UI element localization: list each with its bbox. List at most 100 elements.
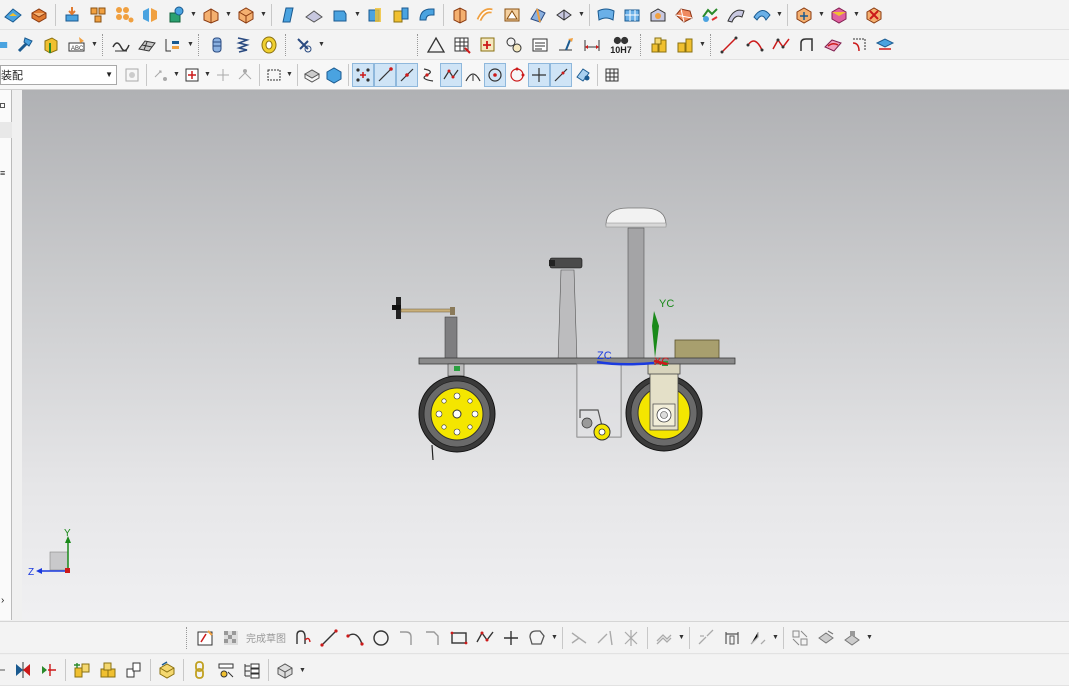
remove-component-icon[interactable]	[861, 3, 887, 27]
box-icon[interactable]	[233, 3, 259, 27]
swept-surface-icon[interactable]	[723, 3, 749, 27]
law-extension-icon[interactable]	[697, 3, 723, 27]
gear-tool-icon[interactable]	[291, 33, 317, 57]
hole-callout-icon[interactable]	[160, 33, 186, 57]
weld-symbol-icon[interactable]	[553, 33, 579, 57]
snap-arc-center-icon[interactable]	[462, 63, 484, 87]
sketch-icon[interactable]	[192, 626, 218, 650]
draft-icon[interactable]	[275, 3, 301, 27]
extract-body-icon[interactable]	[59, 3, 85, 27]
spring-icon[interactable]	[230, 33, 256, 57]
dropdown-caret[interactable]: ▼	[775, 3, 784, 27]
snap-intersection-icon[interactable]	[440, 62, 462, 87]
reference-set-icon[interactable]	[646, 33, 672, 57]
snap-quadrant-icon[interactable]	[506, 63, 528, 87]
line-icon[interactable]	[716, 33, 742, 57]
revolve-icon[interactable]	[447, 3, 473, 27]
split-body-icon[interactable]	[388, 3, 414, 27]
snap-circle-center-icon[interactable]	[484, 62, 506, 87]
arc-icon[interactable]	[742, 33, 768, 57]
dropdown-caret[interactable]: ▼	[550, 626, 559, 650]
wave-link-icon[interactable]	[10, 658, 36, 682]
wave-curve-icon[interactable]	[108, 33, 134, 57]
pattern-feature-icon[interactable]	[85, 3, 111, 27]
surface-grid-icon[interactable]	[134, 33, 160, 57]
select-faces-icon[interactable]	[301, 63, 323, 87]
tube-icon[interactable]	[473, 3, 499, 27]
sketch-chamfer-icon[interactable]	[420, 626, 446, 650]
dropdown-caret[interactable]: ▼	[285, 63, 294, 87]
profile-icon[interactable]	[290, 626, 316, 650]
n-sided-surface-icon[interactable]	[671, 3, 697, 27]
finish-sketch-label[interactable]: 完成草图	[246, 630, 286, 645]
move-component-icon[interactable]	[791, 3, 817, 27]
chevron-right-icon[interactable]: ›	[1, 595, 4, 606]
note-icon[interactable]	[527, 33, 553, 57]
bearing-icon[interactable]	[256, 33, 282, 57]
sketch-studio-spline-icon[interactable]	[472, 626, 498, 650]
assembly-navigator-icon[interactable]	[239, 658, 265, 682]
tolerance-icon[interactable]: 10H7	[605, 33, 637, 57]
selection-scope-icon[interactable]	[121, 63, 143, 87]
sketch-point-icon[interactable]	[498, 626, 524, 650]
dropdown-caret[interactable]: ▼	[172, 63, 181, 87]
general-select-icon[interactable]	[150, 63, 172, 87]
component-array-icon[interactable]	[672, 33, 698, 57]
select-descendants-icon[interactable]	[234, 63, 256, 87]
new-component-icon[interactable]	[95, 658, 121, 682]
chain-link-icon[interactable]	[187, 658, 213, 682]
curve-on-surface-icon[interactable]	[820, 33, 846, 57]
dropdown-caret[interactable]: ▼	[224, 3, 233, 27]
sweep-icon[interactable]	[414, 3, 440, 27]
dropdown-caret[interactable]: ▼	[317, 33, 326, 57]
sequence-icon[interactable]	[213, 658, 239, 682]
sketch-circle-icon[interactable]	[368, 626, 394, 650]
emboss-icon[interactable]	[499, 3, 525, 27]
sew-surface-icon[interactable]	[0, 3, 26, 27]
sketch-settings-icon[interactable]	[787, 626, 813, 650]
geometric-constraints-icon[interactable]	[693, 626, 719, 650]
offset-face-icon[interactable]	[198, 3, 224, 27]
interference-check-icon[interactable]	[36, 658, 62, 682]
sketch-line-icon[interactable]	[316, 626, 342, 650]
assembly-filter-combo[interactable]: 装配 ▼	[0, 64, 117, 85]
rapid-dimension-icon[interactable]	[719, 626, 745, 650]
sketch-polygon-icon[interactable]	[524, 626, 550, 650]
dropdown-caret[interactable]: ▼	[189, 3, 198, 27]
mirror-feature-icon[interactable]	[137, 3, 163, 27]
mirror-assembly-icon[interactable]	[121, 658, 147, 682]
exploded-view-icon[interactable]	[154, 658, 180, 682]
move-assembly-component-icon[interactable]	[272, 658, 298, 682]
studio-spline-icon[interactable]	[768, 33, 794, 57]
snap-existing-point-icon[interactable]	[352, 62, 374, 87]
triangle-icon[interactable]	[423, 33, 449, 57]
text-feature-icon[interactable]: ABC	[64, 33, 90, 57]
studio-surface-icon[interactable]	[593, 3, 619, 27]
add-component-icon[interactable]	[69, 658, 95, 682]
sketch-feature-icon[interactable]	[839, 626, 865, 650]
dropdown-caret[interactable]: ▼	[852, 3, 861, 27]
dropdown-caret[interactable]: ▼	[203, 63, 212, 87]
dimension-icon[interactable]	[579, 33, 605, 57]
offset-curve-icon[interactable]	[794, 33, 820, 57]
quick-trim-icon[interactable]	[566, 626, 592, 650]
dropdown-caret[interactable]: ▼	[298, 658, 307, 682]
ruled-surface-icon[interactable]	[645, 3, 671, 27]
assembly-constraints-icon[interactable]	[826, 3, 852, 27]
sketch-fillet-icon[interactable]	[394, 626, 420, 650]
menu-icon[interactable]: ≡	[0, 168, 5, 178]
dropdown-caret[interactable]: ▼	[698, 33, 707, 57]
cylinder-icon[interactable]	[204, 33, 230, 57]
reattach-sketch-icon[interactable]	[813, 626, 839, 650]
grid-plus-icon[interactable]	[475, 33, 501, 57]
dropdown-caret[interactable]: ▼	[259, 3, 268, 27]
dropdown-caret[interactable]: ▼	[771, 626, 780, 650]
snap-control-point-icon[interactable]	[418, 63, 440, 87]
part-navigator-panel[interactable]: ≡ ›	[0, 90, 12, 620]
dropdown-caret[interactable]: ▼	[90, 33, 99, 57]
sketch-arc-icon[interactable]	[342, 626, 368, 650]
balloon-icon[interactable]	[501, 33, 527, 57]
snap-midpoint-icon[interactable]	[396, 62, 418, 87]
section-surface-icon[interactable]	[525, 3, 551, 27]
thicken-icon[interactable]	[26, 3, 52, 27]
